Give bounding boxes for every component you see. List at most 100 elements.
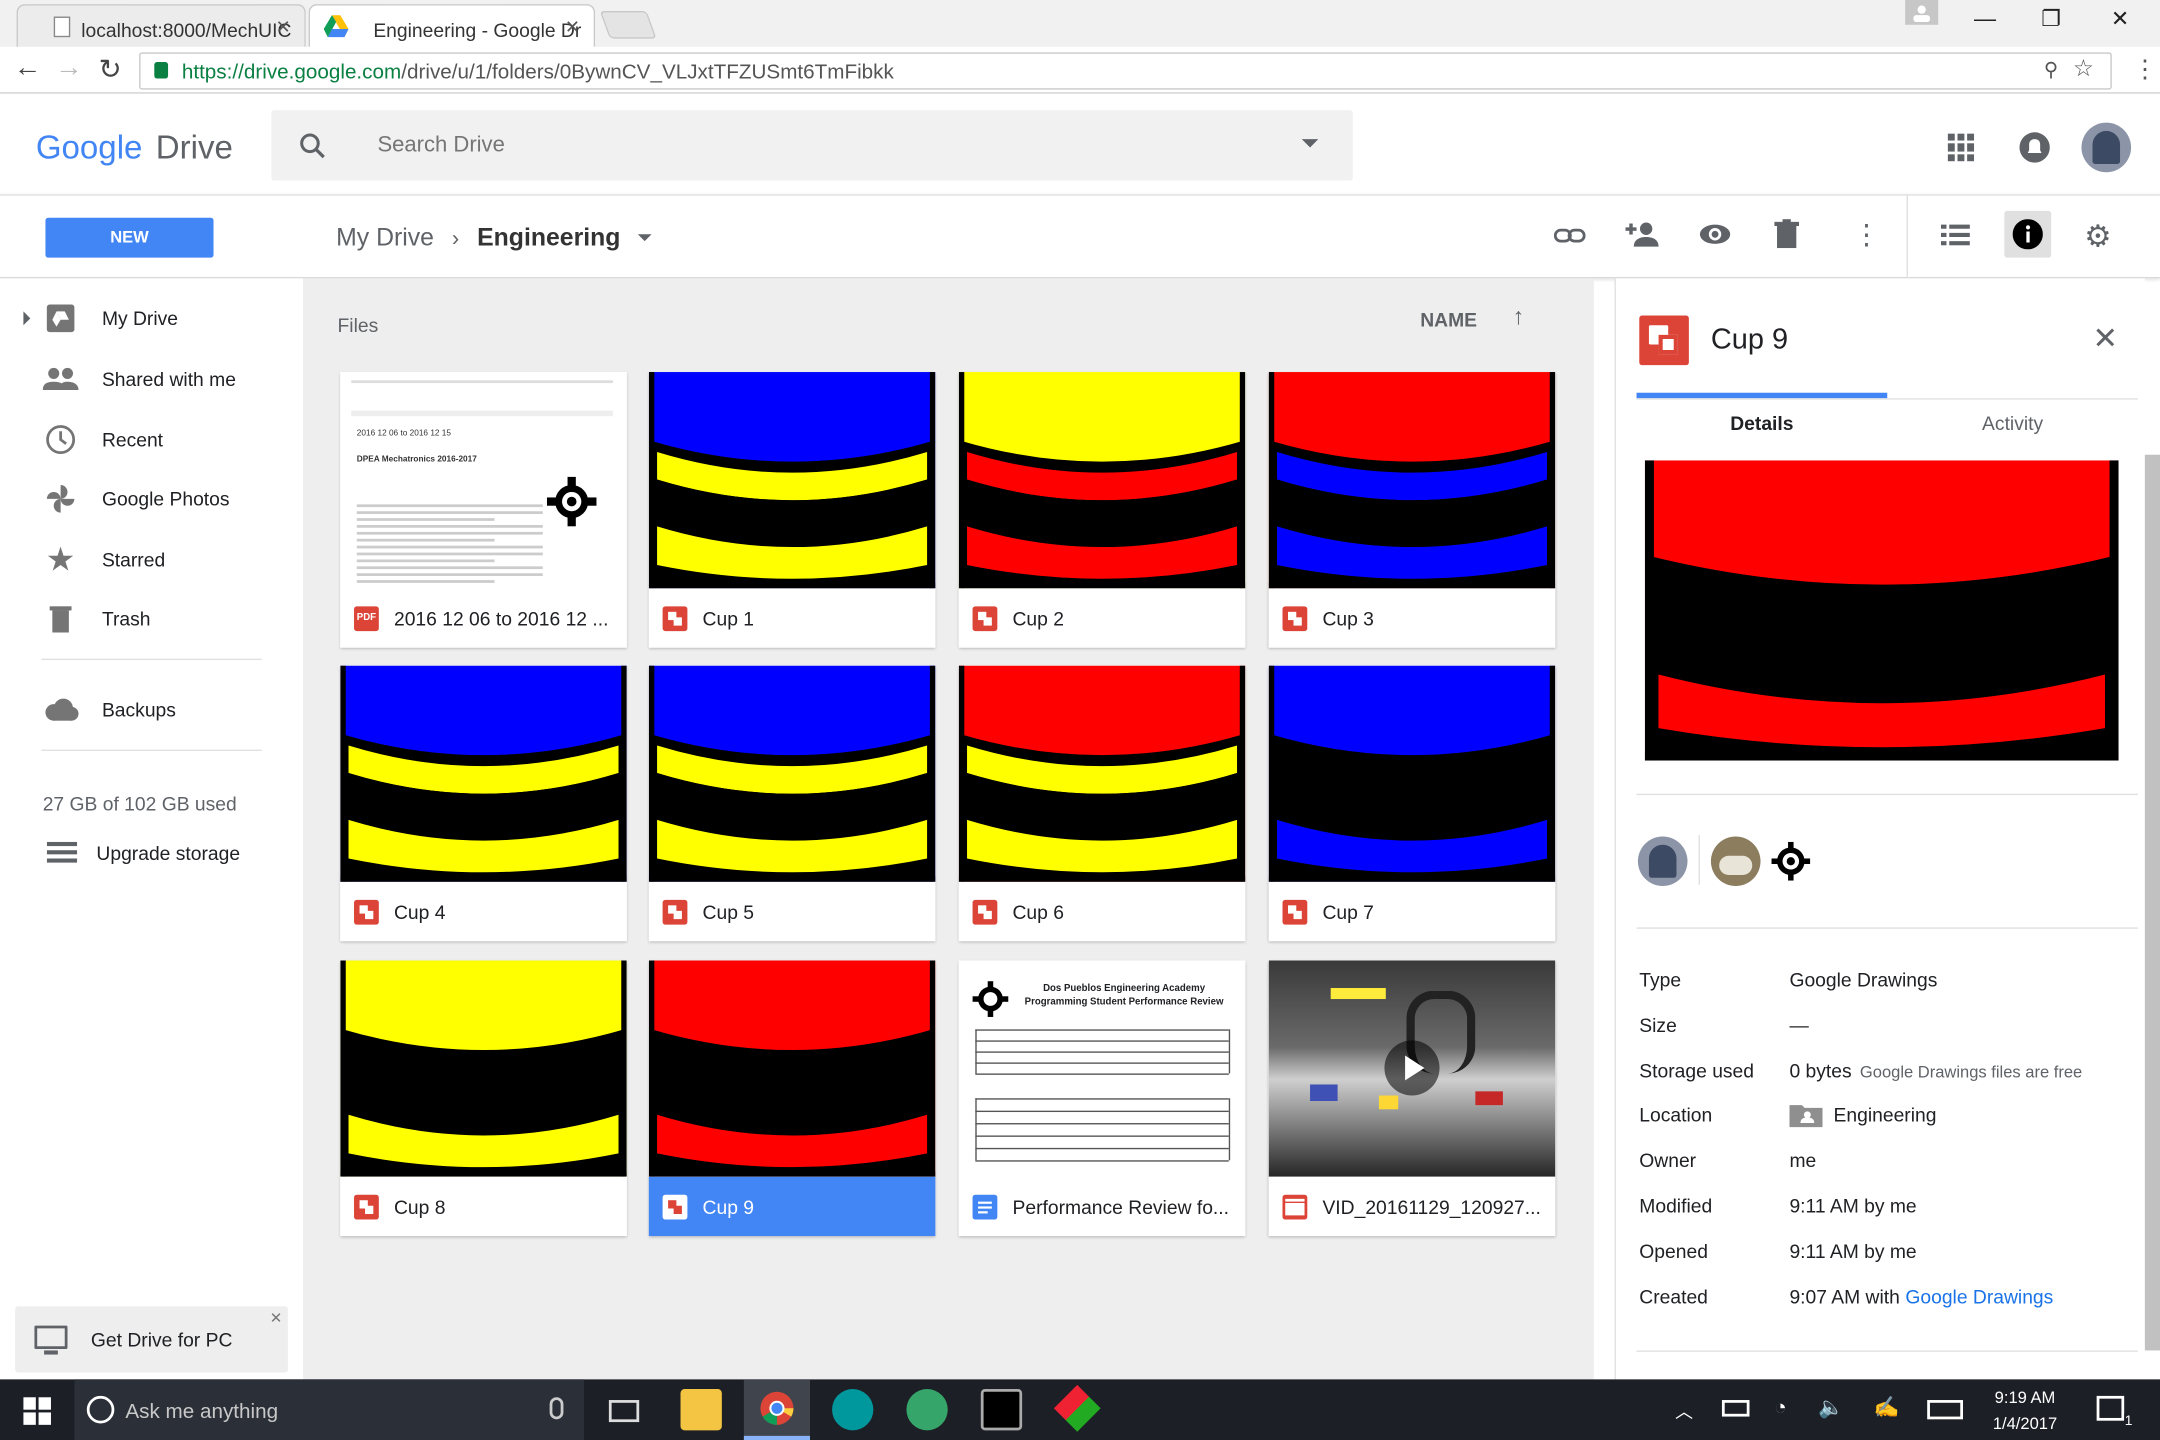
minimize-icon[interactable]: — [1953,0,2016,47]
microphone-icon[interactable] [549,1397,564,1420]
avatar[interactable] [2081,122,2132,173]
pen-icon[interactable]: ✍ [1873,1395,1899,1419]
created-app-link[interactable]: Google Drawings [1905,1285,2053,1307]
new-button[interactable]: NEW [45,217,214,258]
owner-avatar[interactable] [1637,836,1688,887]
property-value-text: 9:07 AM with [1789,1285,1900,1308]
drawing-icon [354,1194,379,1219]
close-banner-icon[interactable]: ✕ [270,1309,283,1327]
volume-icon[interactable]: 🔈 [1818,1395,1844,1419]
file-tile[interactable]: Cup 1 [648,372,936,648]
upgrade-storage-link[interactable]: Upgrade storage [45,834,240,873]
sort-direction-icon[interactable]: ↑ [1513,303,1525,331]
property-key: Opened [1639,1239,1708,1262]
file-name: Cup 5 [702,900,755,923]
file-tile[interactable]: Cup 2 [958,372,1246,648]
keyboard-icon[interactable] [1927,1400,1964,1420]
sidebar-item-my-drive[interactable]: My Drive [41,299,178,338]
search-options-icon[interactable] [1301,139,1319,148]
sidebar-item-photos[interactable]: Google Photos [41,480,230,519]
browser-tab-localhost[interactable]: localhost:8000/MechUIC ✕ [16,4,306,47]
key-icon[interactable]: ⚲ [2044,58,2058,81]
action-center-icon[interactable]: 1 [2096,1395,2133,1429]
restore-icon[interactable]: ❐ [2019,0,2082,47]
property-value: 9:11 AM by me [1789,1240,1916,1262]
pdf-icon: PDF [354,605,379,631]
share-icon[interactable] [1625,219,1662,256]
breadcrumb: My Drive › Engineering [336,223,653,252]
gear-logo-avatar[interactable] [1770,841,1811,882]
search-icon[interactable] [299,132,327,166]
file-tile[interactable]: Cup 5 [648,665,936,942]
sort-name-button[interactable]: NAME [1420,309,1477,331]
search-input[interactable] [360,126,1257,166]
close-tab-icon[interactable]: ✕ [276,17,291,39]
file-thumbnail [340,665,627,882]
drive-logo[interactable]: Google Drive [36,130,233,169]
file-label: Cup 8 [340,1176,627,1237]
close-details-icon[interactable]: ✕ [2092,321,2117,357]
folder-menu-icon[interactable] [638,234,653,242]
close-tab-icon[interactable]: ✕ [565,17,580,39]
cortana-search[interactable]: Ask me anything [74,1379,585,1440]
get-link-icon[interactable] [1553,222,1587,258]
windows-start-icon[interactable] [23,1397,51,1425]
battery-icon[interactable] [1721,1400,1750,1417]
drawing-file-icon [1639,315,1689,366]
file-tile[interactable]: 2016 12 06 to 2016 12 15 DPEA Mechatronic… [340,372,627,648]
file-tile[interactable]: Dos Pueblos Engineering Academy Programmi… [958,960,1246,1237]
google-wordmark: Google [35,129,143,167]
new-tab-button[interactable] [599,11,657,39]
back-icon[interactable]: ← [11,52,44,84]
url-field[interactable]: https://drive.google.com/drive/u/1/folde… [139,52,2112,90]
file-tile[interactable]: Cup 7 [1268,665,1556,942]
sidebar-item-trash[interactable]: Trash [41,599,151,638]
expand-arrow-icon[interactable] [23,311,31,326]
file-tile[interactable]: Cup 6 [958,665,1246,942]
breadcrumb-engineering[interactable]: Engineering [477,223,620,251]
forward-icon[interactable]: → [52,52,85,84]
list-view-icon[interactable] [1940,223,1970,253]
profile-icon[interactable] [1905,0,1939,25]
settings-gear-icon[interactable]: ⚙ [2084,219,2111,255]
more-actions-icon[interactable]: ⋮ [1853,218,1881,252]
notifications-icon[interactable] [2019,132,2050,163]
shared-user-avatar[interactable] [1710,836,1761,887]
tray-overflow-icon[interactable]: ︿ [1675,1397,1693,1423]
task-view-icon[interactable] [608,1400,640,1423]
sidebar-item-backups[interactable]: Backups [41,690,176,729]
sidebar-item-shared[interactable]: Shared with me [41,360,236,399]
reload-icon[interactable]: ↻ [94,52,127,86]
play-button-icon[interactable] [1384,1040,1440,1096]
tab-details[interactable]: Details [1637,412,1888,434]
arduino-icon[interactable] [832,1389,874,1431]
tab-activity[interactable]: Activity [1887,412,2138,434]
bookmark-star-icon[interactable]: ☆ [2073,55,2094,83]
file-tile[interactable]: Cup 8 [340,960,627,1237]
get-drive-banner[interactable]: Get Drive for PC ✕ [15,1306,288,1373]
preview-eye-icon[interactable] [1699,222,1732,254]
delete-icon[interactable] [1774,219,1800,256]
terminal-icon[interactable] [980,1389,1023,1431]
details-toggle[interactable] [2004,210,2052,258]
clock[interactable]: 9:19 AM 1/4/2017 [1984,1385,2067,1437]
apps-grid-icon[interactable] [1947,133,1976,162]
file-explorer-icon[interactable] [680,1389,722,1431]
sidebar-item-recent[interactable]: Recent [41,420,163,459]
browser-tab-drive[interactable]: Engineering - Google Dr ✕ [308,4,596,47]
breadcrumb-my-drive[interactable]: My Drive [336,223,434,251]
property-value-text: me [1789,1149,1817,1172]
file-tile[interactable]: VID_20161129_120927... [1268,960,1556,1237]
file-tile[interactable]: Cup 4 [340,665,627,942]
file-tile[interactable]: Cup 3 [1268,372,1556,648]
file-tile[interactable]: Cup 9 [648,960,936,1237]
property-value: 0 bytes Google Drawings files are free [1789,1059,2082,1081]
atom-icon[interactable] [906,1389,948,1431]
browser-menu-icon[interactable]: ⋮ [2132,55,2157,84]
window-close-icon[interactable]: ✕ [2088,0,2151,47]
property-value[interactable]: Engineering [1834,1104,1937,1126]
panel-scrollbar[interactable] [2144,454,2160,1351]
wifi-icon[interactable]: ◔ [1774,1396,1786,1419]
chrome-taskbar-item[interactable] [743,1379,810,1440]
sidebar-item-starred[interactable]: ★ Starred [41,540,165,579]
